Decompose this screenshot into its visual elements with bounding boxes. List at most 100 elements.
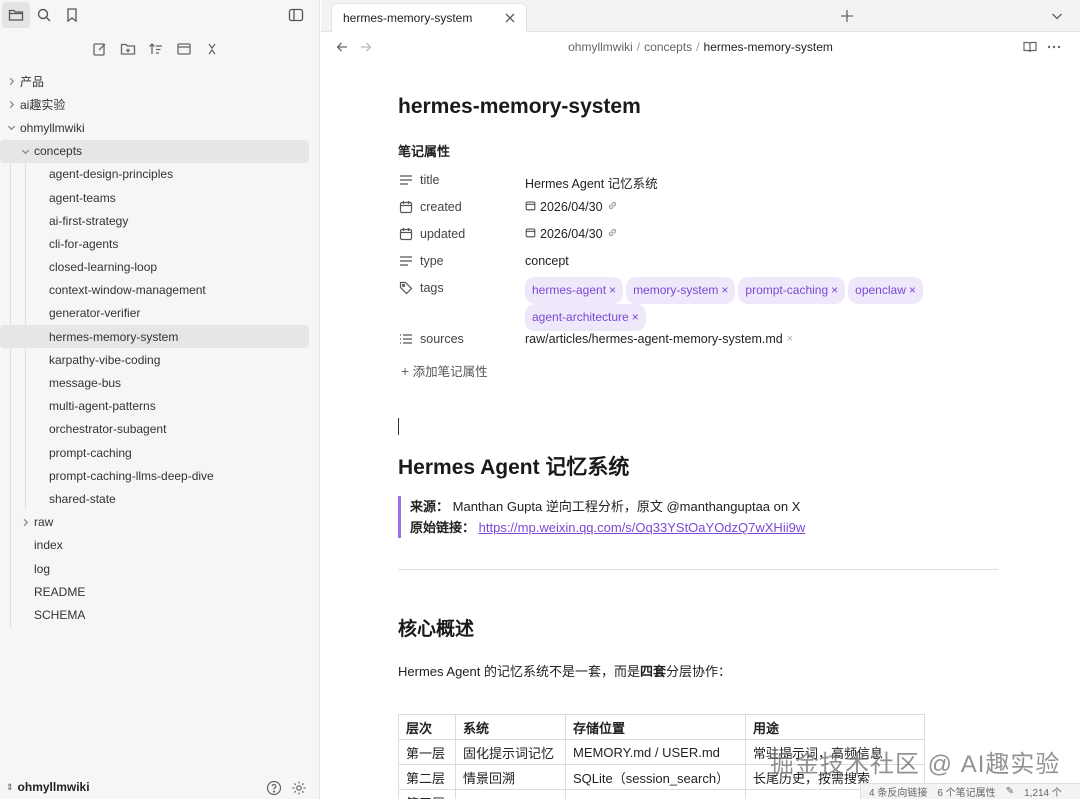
reading-view-book-icon[interactable] [1022,39,1038,55]
tree-file-index[interactable]: index [0,534,320,557]
tree-file-log[interactable]: log [0,557,320,580]
tree-file-prompt-caching-llms-deep-dive[interactable]: prompt-caching-llms-deep-dive [0,464,320,487]
tree-file-multi-agent-patterns[interactable]: multi-agent-patterns [0,395,320,418]
new-folder-icon[interactable] [114,36,142,62]
property-key[interactable]: updated [420,227,465,241]
tree-file-hermes-memory-system[interactable]: hermes-memory-system [0,325,309,349]
chevron-right-icon[interactable] [19,516,31,528]
new-tab-plus-icon[interactable] [837,6,857,26]
paragraph[interactable]: Hermes Agent 的记忆系统不是一套，而是四套分层协作： [398,661,731,680]
property-value[interactable]: concept [525,254,569,268]
status-backlinks[interactable]: 4 条反向链接 [869,784,927,799]
table-cell[interactable]: 第二层 [398,764,456,790]
bookmark-icon[interactable] [58,2,86,28]
tree-file-message-bus[interactable]: message-bus [0,371,320,394]
table-cell[interactable]: 第三层 [398,789,456,799]
tree-file-karpathy-vibe-coding[interactable]: karpathy-vibe-coding [0,348,320,371]
collapse-all-icon[interactable] [170,36,198,62]
tree-folder-concepts[interactable]: concepts [0,139,309,163]
breadcrumb-current[interactable]: hermes-memory-system [704,40,833,54]
folder-icon[interactable] [2,2,30,28]
table-cell[interactable] [455,789,566,799]
tree-file-closed-learning-loop[interactable]: closed-learning-loop [0,256,320,279]
tree-folder-ai-[interactable]: ai趣实验 [0,93,320,116]
table-header[interactable]: 系统 [455,714,566,740]
property-key[interactable]: created [420,200,462,214]
tab-hermes-memory-system[interactable]: hermes-memory-system [331,3,527,32]
tab-list-chevron-down-icon[interactable] [1048,7,1066,25]
table-header[interactable]: 用途 [745,714,925,740]
tree-file-context-window-management[interactable]: context-window-management [0,279,320,302]
table-cell[interactable] [565,789,746,799]
close-tab-icon[interactable] [502,10,518,26]
property-value[interactable]: 2026/04/30 [525,227,618,241]
table-cell[interactable]: MEMORY.md / USER.md [565,739,746,765]
tag-remove-x-icon[interactable]: × [721,283,728,297]
tree-file-agent-teams[interactable]: agent-teams [0,186,320,209]
tree-file-shared-state[interactable]: shared-state [0,487,320,510]
property-key[interactable]: tags [420,281,444,295]
property-key[interactable]: title [420,173,439,187]
tag-chip[interactable]: agent-architecture × [525,304,646,331]
tag-remove-x-icon[interactable]: × [609,283,616,297]
add-property-button[interactable]: + 添加笔记属性 [401,361,488,380]
close-icon[interactable] [198,36,226,62]
tree-file-schema[interactable]: SCHEMA [0,603,320,626]
link-icon[interactable] [607,200,618,214]
tag-chip[interactable]: hermes-agent × [525,277,624,304]
table-cell[interactable]: SQLite（session_search） [565,764,746,790]
tag-chip[interactable]: prompt-caching × [738,277,846,304]
breadcrumb-item[interactable]: ohmyllmwiki [568,40,633,54]
tag-chip[interactable]: openclaw × [848,277,923,304]
edit-pencil-icon[interactable]: ✎ [1006,786,1014,797]
remove-x-icon[interactable]: × [787,333,793,345]
properties-heading[interactable]: 笔记属性 [398,141,450,160]
tree-file-generator-verifier[interactable]: generator-verifier [0,302,320,325]
external-link[interactable]: https://mp.weixin.qq.com/s/Oq33YStOaYOdz… [479,520,806,535]
property-value[interactable]: 2026/04/30 [525,200,618,214]
table-cell[interactable]: 第一层 [398,739,456,765]
property-key[interactable]: sources [420,332,464,346]
chevron-right-icon[interactable] [5,99,17,111]
sort-icon[interactable] [142,36,170,62]
tree-folder--[interactable]: 产品 [0,70,320,93]
table-header[interactable]: 层次 [398,714,456,740]
chevron-down-icon[interactable] [19,145,31,157]
table-header[interactable]: 存储位置 [565,714,746,740]
tree-file-ai-first-strategy[interactable]: ai-first-strategy [0,209,320,232]
tag-remove-x-icon[interactable]: × [831,283,838,297]
tree-item-label: index [34,538,63,553]
vault-switcher[interactable]: ⇕ ohmyllmwiki [6,780,90,794]
status-properties[interactable]: 6 个笔记属性 [937,784,995,799]
tag-remove-x-icon[interactable]: × [632,310,639,324]
tree-folder-ohmyllmwiki[interactable]: ohmyllmwiki [0,116,320,139]
breadcrumb-item[interactable]: concepts [644,40,692,54]
property-key[interactable]: type [420,254,444,268]
help-icon[interactable] [265,779,283,797]
tree-folder-raw[interactable]: raw [0,511,320,534]
property-value[interactable]: raw/articles/hermes-agent-memory-system.… [525,332,793,346]
sidebar-toggle-icon[interactable] [282,2,310,28]
tree-file-cli-for-agents[interactable]: cli-for-agents [0,232,320,255]
property-value[interactable]: Hermes Agent 记忆系统 [525,173,658,192]
chevron-right-icon[interactable] [5,76,17,88]
new-note-icon[interactable] [86,36,114,62]
heading-2[interactable]: 核心概述 [398,614,474,641]
more-options-icon[interactable] [1046,39,1062,55]
tag-remove-x-icon[interactable]: × [909,283,916,297]
note-title[interactable]: hermes-memory-system [398,95,641,119]
link-icon[interactable] [607,227,618,241]
chevron-down-icon[interactable] [5,122,17,134]
tree-file-readme[interactable]: README [0,580,320,603]
tree-file-prompt-caching[interactable]: prompt-caching [0,441,320,464]
blockquote[interactable]: 来源： Manthan Gupta 逆向工程分析，原文 @manthangupt… [398,496,805,538]
heading-1[interactable]: Hermes Agent 记忆系统 [398,451,629,481]
table-cell[interactable]: 情景回溯 [455,764,566,790]
settings-gear-icon[interactable] [290,779,308,797]
tag-chip[interactable]: memory-system × [626,277,736,304]
tree-item-label: generator-verifier [49,306,141,321]
table-cell[interactable]: 固化提示词记忆 [455,739,566,765]
tree-file-orchestrator-subagent[interactable]: orchestrator-subagent [0,418,320,441]
tree-file-agent-design-principles[interactable]: agent-design-principles [0,163,320,186]
search-icon[interactable] [30,2,58,28]
